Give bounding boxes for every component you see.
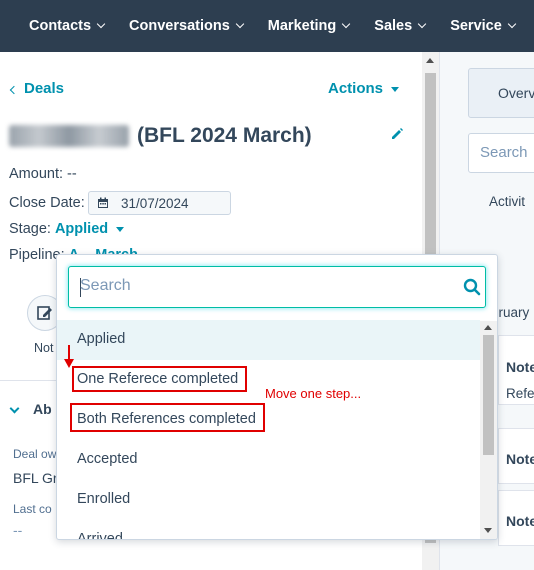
- calendar-icon: [98, 197, 108, 208]
- search-icon[interactable]: [463, 278, 481, 301]
- chevron-down-icon: [96, 19, 106, 29]
- note-card-text: Refe: [506, 386, 534, 401]
- note-label: Not: [34, 341, 54, 355]
- nav-contacts[interactable]: Contacts: [29, 18, 106, 34]
- nav-service[interactable]: Service: [450, 18, 517, 34]
- amount-value[interactable]: --: [67, 166, 77, 182]
- last-contacted-label: Last co: [13, 502, 52, 516]
- nav-conversations[interactable]: Conversations: [129, 18, 245, 34]
- scrollbar-thumb[interactable]: [483, 335, 494, 455]
- about-label: Ab: [33, 401, 52, 417]
- close-date-label: Close Date:: [9, 195, 85, 211]
- note-edit-icon: [37, 306, 52, 320]
- caret-down-icon: [116, 226, 125, 232]
- top-navigation: Contacts Conversations Marketing Sales S…: [0, 0, 534, 52]
- tab-overview[interactable]: Overv: [468, 68, 534, 118]
- caret-down-icon: [391, 86, 400, 92]
- back-to-deals-link[interactable]: Deals: [9, 80, 65, 97]
- last-contacted-value: --: [13, 522, 23, 538]
- nav-marketing-label: Marketing: [267, 18, 337, 34]
- amount-label: Amount:: [9, 166, 63, 182]
- stage-option-arrived[interactable]: Arrived: [57, 520, 480, 539]
- scroll-down-arrow[interactable]: [484, 528, 492, 533]
- stage-value: Applied: [54, 221, 109, 237]
- dropdown-scrollbar[interactable]: [480, 321, 497, 539]
- stage-option-applied[interactable]: Applied: [57, 320, 480, 360]
- close-date-value: 31/07/2024: [121, 195, 189, 211]
- back-label: Deals: [24, 80, 65, 97]
- nav-marketing[interactable]: Marketing: [267, 18, 351, 34]
- activity-search-input[interactable]: Search: [468, 133, 534, 173]
- stage-option-accepted[interactable]: Accepted: [57, 440, 480, 480]
- chevron-left-icon: [9, 85, 19, 95]
- note-card-title: Note: [506, 451, 534, 467]
- chevron-down-icon: [342, 19, 351, 29]
- nav-conversations-label: Conversations: [129, 18, 230, 34]
- chevron-down-icon: [9, 403, 20, 414]
- nav-contacts-label: Contacts: [29, 18, 92, 34]
- highlight-box-both-references: [70, 403, 265, 432]
- tab-activities[interactable]: Activit: [489, 194, 525, 209]
- actions-label: Actions: [328, 80, 384, 97]
- stage-option-enrolled[interactable]: Enrolled: [57, 480, 480, 520]
- chevron-down-icon: [417, 19, 427, 29]
- stage-search-field[interactable]: [68, 266, 486, 308]
- amount-field: Amount: --: [9, 166, 77, 182]
- close-date-input[interactable]: 31/07/2024: [88, 191, 231, 215]
- deal-owner-label: Deal ow: [13, 447, 57, 461]
- stage-dropdown-toggle[interactable]: Applied: [54, 221, 125, 237]
- annotation-text: Move one step...: [265, 386, 362, 401]
- nav-sales[interactable]: Sales: [374, 18, 427, 34]
- chevron-down-icon: [235, 19, 245, 29]
- record-title: (BFL 2024 March): [9, 124, 312, 148]
- nav-sales-label: Sales: [374, 18, 413, 34]
- about-section-toggle[interactable]: Ab: [9, 401, 52, 417]
- record-title-text: (BFL 2024 March): [137, 124, 312, 147]
- redacted-name: [9, 125, 129, 147]
- note-card-title: Note: [506, 359, 534, 375]
- note-card[interactable]: Note: [498, 490, 534, 546]
- deal-owner-value[interactable]: BFL Gr: [13, 470, 58, 486]
- note-card-title: Note: [506, 513, 534, 529]
- note-card[interactable]: Note Refe: [498, 335, 534, 405]
- chevron-down-icon: [507, 19, 517, 29]
- scroll-up-arrow[interactable]: [484, 325, 492, 330]
- note-card[interactable]: Note: [498, 428, 534, 484]
- scroll-up-arrow[interactable]: [426, 58, 434, 63]
- stage-field: Stage: Applied: [9, 221, 125, 237]
- stage-label: Stage:: [9, 221, 51, 237]
- stage-search-input[interactable]: [80, 277, 440, 295]
- edit-pencil-icon[interactable]: [390, 127, 404, 146]
- nav-service-label: Service: [450, 18, 502, 34]
- highlight-box-one-reference: [72, 366, 247, 392]
- actions-menu-button[interactable]: Actions: [328, 80, 400, 97]
